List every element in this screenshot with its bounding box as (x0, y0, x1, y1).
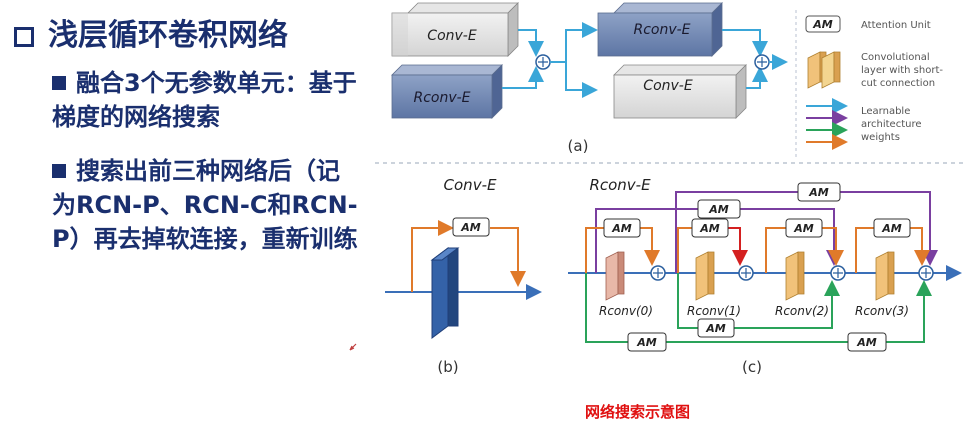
legend-am-tag-text: AM (812, 18, 833, 31)
panel-b-title: Conv-E (444, 176, 497, 194)
legend-am-text: Attention Unit (861, 20, 931, 31)
legend-arrow-text-2: architecture (861, 119, 922, 130)
panel-b-label: (b) (437, 358, 458, 376)
rconv-label-3: Rconv(3) (855, 304, 909, 318)
rconv-e-block-a1: Rconv-E (391, 64, 503, 119)
rconv-unit-2 (785, 251, 805, 301)
rconv-unit-0 (605, 251, 625, 301)
network-search-diagram: Conv-E Rconv-E Rconv-E Conv-E (a) AM Att… (349, 2, 965, 376)
rconv-label-1: Rconv(1) (687, 304, 741, 318)
am-label-b: AM (460, 221, 481, 234)
conv-layer-b (430, 247, 460, 339)
panel-c-title: Rconv-E (589, 176, 651, 194)
rconv-unit-1 (695, 251, 715, 301)
panel-b: Conv-E AM (b) (385, 176, 542, 376)
am-label: AM (793, 222, 814, 235)
am-label: AM (699, 222, 720, 235)
rconv-unit-3 (875, 251, 895, 301)
am-label: AM (856, 336, 877, 349)
am-box-c-0: AM (603, 218, 641, 238)
legend-arrow-text-3: weights (861, 132, 900, 143)
conv-e-label: Conv-E (427, 28, 477, 44)
panel-c: Rconv-E AM AM AM AM AM AM AM AM AM Rconv… (568, 176, 962, 376)
sum-node-c4 (918, 265, 934, 281)
legend-conv-icon (807, 51, 841, 89)
am-label: AM (881, 222, 902, 235)
cursor-icon (349, 343, 357, 351)
panel-a: Conv-E Rconv-E Rconv-E Conv-E (a) (391, 2, 788, 155)
am-label: AM (611, 222, 632, 235)
rconv-e-label: Rconv-E (633, 22, 690, 38)
am-box-c-bottom1: AM (697, 318, 735, 338)
panel-c-label: (c) (742, 358, 762, 376)
legend-conv-text-1: Convolutional (861, 52, 930, 63)
am-box-c-1: AM (691, 218, 729, 238)
am-box-c-3: AM (873, 218, 911, 238)
conv-e-label: Conv-E (643, 78, 693, 94)
am-label: AM (705, 322, 726, 335)
am-box-c-bottom3: AM (847, 332, 887, 352)
figure-caption: 网络搜索示意图 (585, 403, 691, 421)
conv-e-block-a2: Conv-E (613, 64, 747, 119)
panel-a-label: (a) (568, 137, 589, 155)
legend-conv-text-3: cut connection (861, 78, 935, 89)
sum-node-c2 (738, 265, 754, 281)
rconv-label-0: Rconv(0) (599, 304, 653, 318)
sum-node-c1 (650, 265, 666, 281)
am-label: AM (808, 186, 829, 199)
am-box-c-top2: AM (697, 199, 741, 219)
am-box-c-bottom2: AM (627, 332, 667, 352)
am-box-c-2: AM (785, 218, 823, 238)
am-box-c-top1: AM (797, 182, 841, 202)
legend-arrow-text-1: Learnable (861, 106, 910, 117)
am-label: AM (708, 203, 729, 216)
rconv-e-label: Rconv-E (413, 90, 470, 106)
legend: AM Attention Unit Convolutional layer wi… (805, 15, 943, 150)
sum-node-c3 (830, 265, 846, 281)
legend-conv-text-2: layer with short- (861, 65, 943, 76)
rconv-label-2: Rconv(2) (775, 304, 829, 318)
rconv-e-block-a2: Rconv-E (597, 2, 723, 57)
conv-e-block-a1: Conv-E (391, 2, 519, 57)
am-label: AM (636, 336, 657, 349)
